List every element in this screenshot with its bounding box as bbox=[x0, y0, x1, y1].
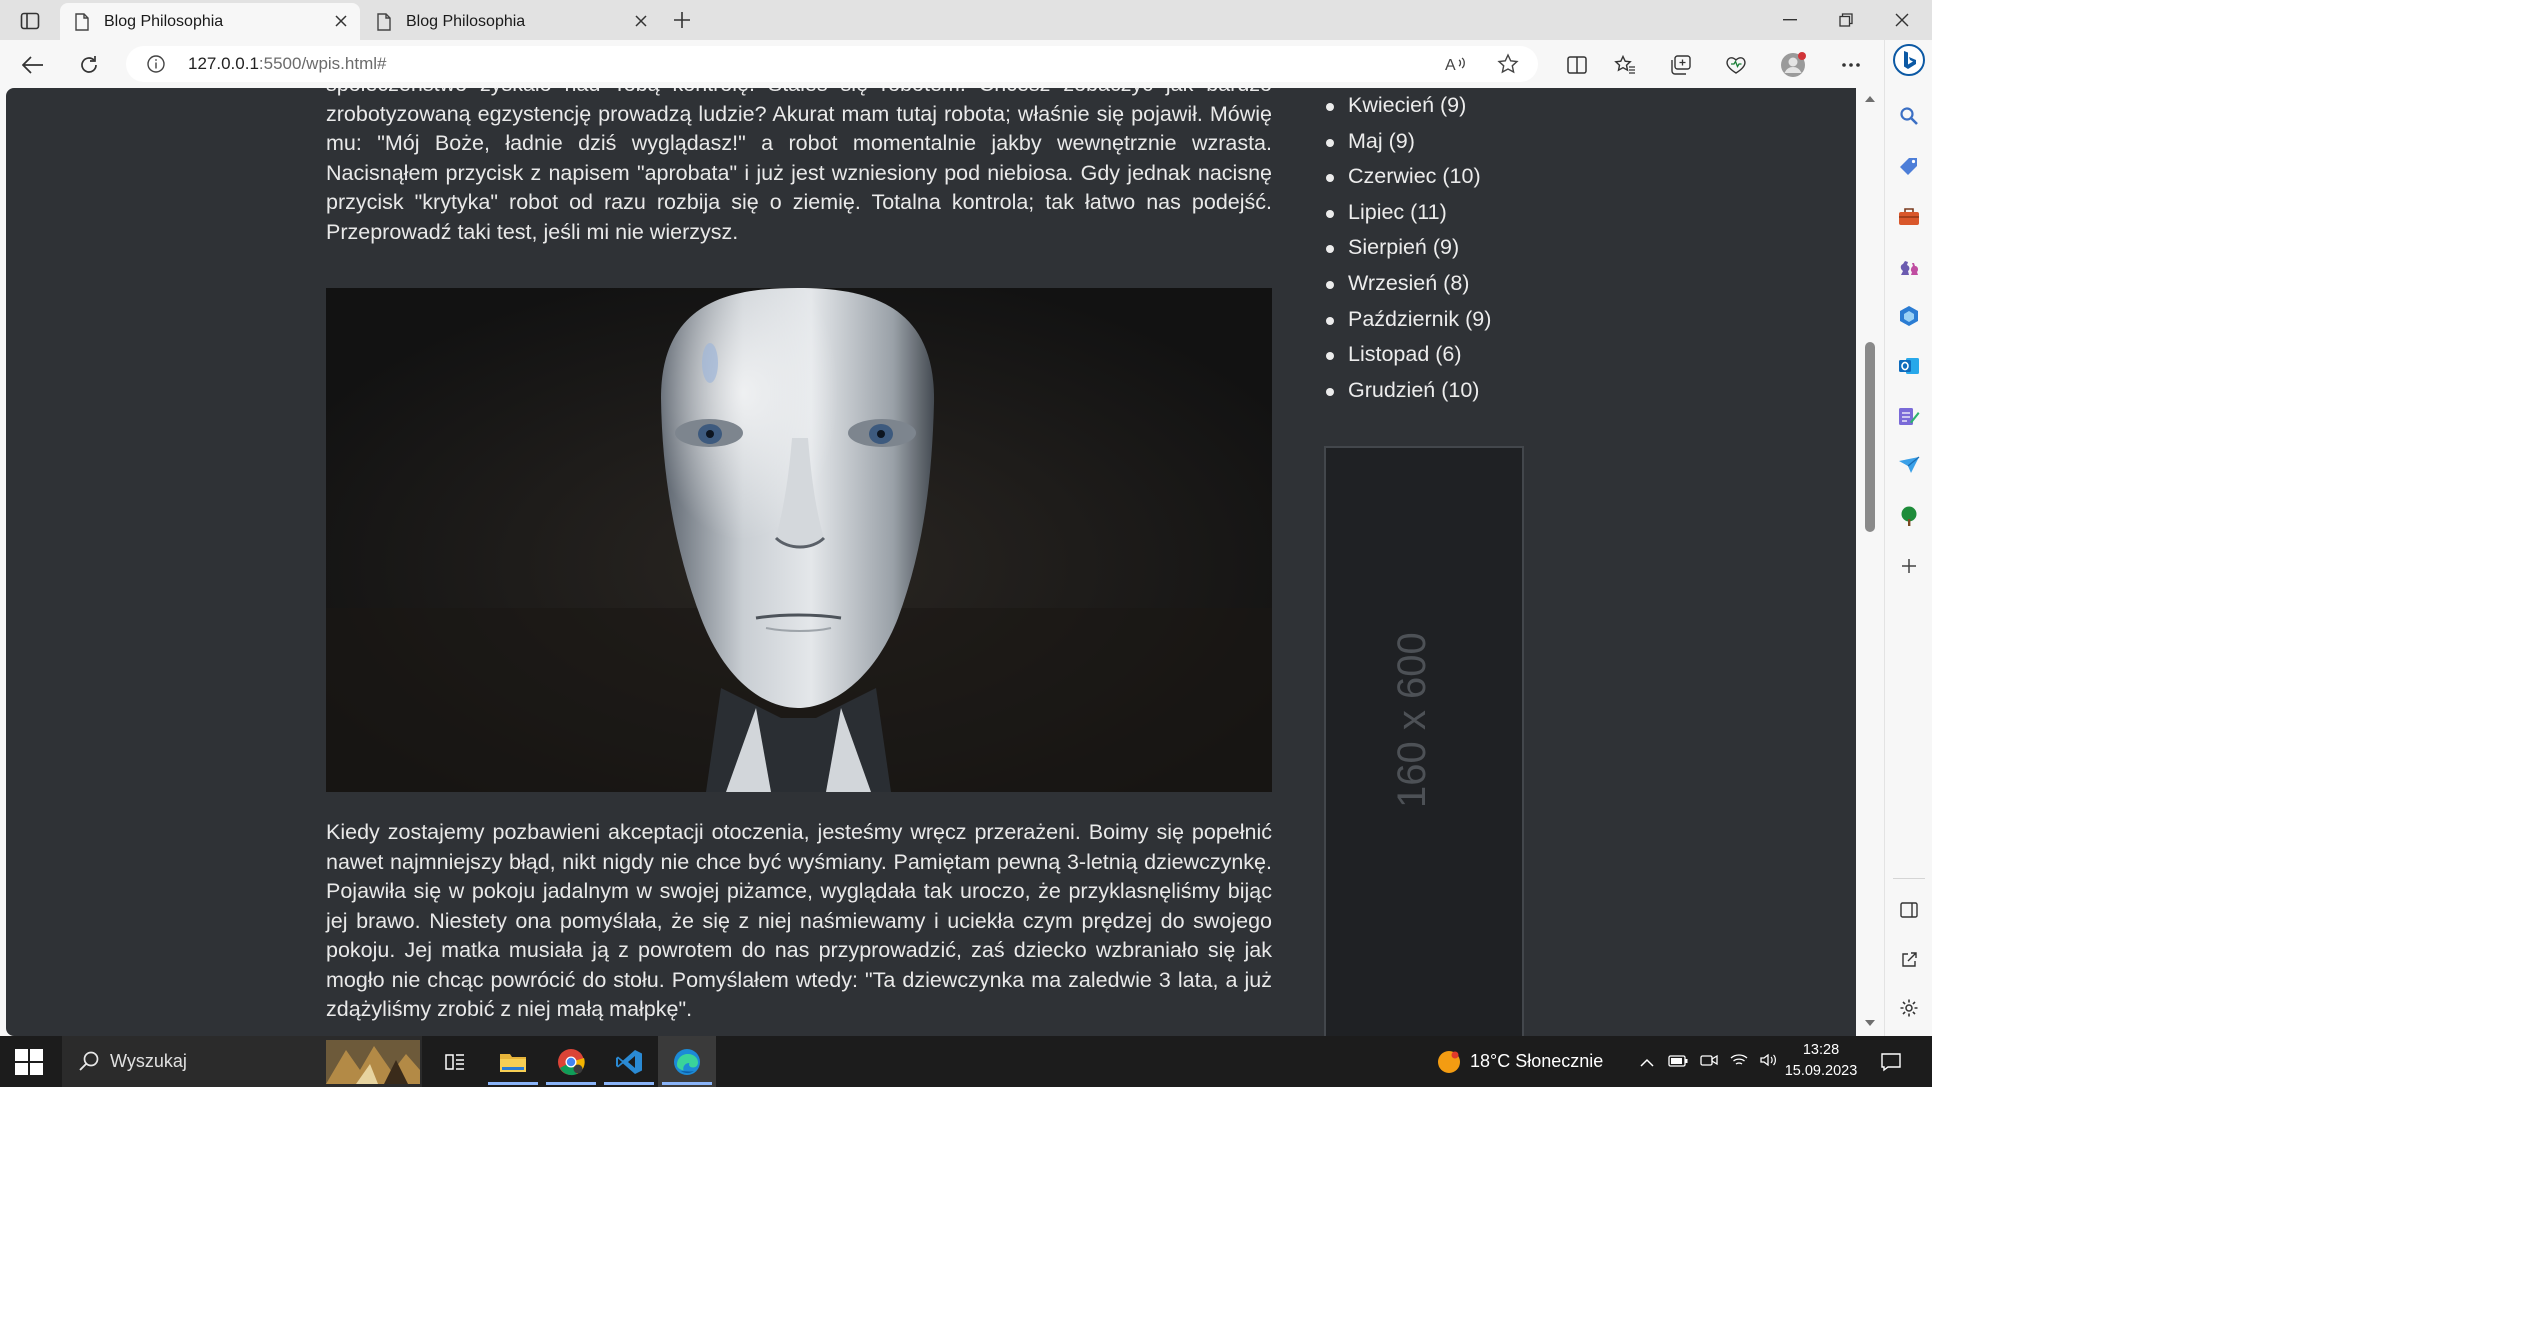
ad-placeholder-banner[interactable]: 160 x 600 bbox=[1324, 446, 1524, 1036]
page-icon bbox=[377, 12, 391, 31]
taskbar-clock[interactable]: 13:28 15.09.2023 bbox=[1778, 1040, 1864, 1082]
browser-essentials-icon[interactable] bbox=[1721, 50, 1751, 80]
archive-month-list: Kwiecień (9) Maj (9) Czerwiec (10) Lipie… bbox=[1324, 88, 1624, 408]
scroll-up-arrow-icon[interactable] bbox=[1864, 94, 1876, 104]
taskbar-search-box[interactable]: Wyszukaj bbox=[62, 1036, 422, 1087]
screenshot-root: Blog Philosophia Blog Philosophia 127.0.… bbox=[0, 0, 1932, 1087]
tab-close-icon[interactable] bbox=[332, 12, 350, 30]
page-icon bbox=[75, 12, 89, 31]
web-page: społeczeństwo zyskało nad Tobą kontrolę.… bbox=[6, 88, 1856, 1036]
archive-month-link[interactable]: Listopad (6) bbox=[1324, 337, 1624, 373]
sun-icon bbox=[1438, 1050, 1460, 1073]
archive-month-link[interactable]: Czerwiec (10) bbox=[1324, 159, 1624, 195]
file-explorer-icon[interactable] bbox=[484, 1036, 542, 1087]
more-options-icon[interactable] bbox=[1836, 50, 1866, 80]
close-window-icon[interactable] bbox=[1874, 0, 1930, 40]
hide-sidebar-icon[interactable] bbox=[1895, 896, 1923, 924]
favorite-star-icon[interactable] bbox=[1496, 53, 1520, 75]
restore-icon[interactable] bbox=[1818, 0, 1874, 40]
browser-toolbar: 127.0.0.1:5500/wpis.html# A bbox=[0, 40, 1884, 88]
notifications-icon[interactable] bbox=[1880, 1036, 1902, 1087]
robot-face-image bbox=[326, 288, 1272, 792]
read-aloud-icon[interactable]: A bbox=[1444, 53, 1468, 75]
ad-size-label: 160 x 600 bbox=[1390, 632, 1434, 808]
shopping-tag-icon[interactable] bbox=[1895, 152, 1923, 180]
microsoft-365-icon[interactable] bbox=[1895, 302, 1923, 330]
sidebar-divider bbox=[1893, 878, 1925, 879]
profile-avatar-icon[interactable] bbox=[1778, 50, 1808, 80]
collections-icon[interactable] bbox=[1666, 50, 1696, 80]
back-arrow-icon[interactable] bbox=[18, 50, 48, 80]
weather-widget[interactable]: 18°C Słonecznie bbox=[1436, 1036, 1603, 1087]
archive-month-link[interactable]: Maj (9) bbox=[1324, 124, 1624, 160]
tab-title: Blog Philosophia bbox=[406, 12, 526, 30]
tab-blog-philosophia[interactable]: Blog Philosophia bbox=[362, 3, 660, 40]
archive-month-link[interactable]: Grudzień (10) bbox=[1324, 373, 1624, 409]
drop-icon[interactable] bbox=[1895, 452, 1923, 480]
camera-icon[interactable] bbox=[1700, 1051, 1718, 1072]
bing-chat-icon[interactable] bbox=[1893, 44, 1925, 76]
article-paragraph: społeczeństwo zyskało nad Tobą kontrolę.… bbox=[326, 88, 1272, 244]
tools-icon[interactable] bbox=[1895, 202, 1923, 230]
svg-text:A: A bbox=[1445, 57, 1456, 73]
edge-sidebar bbox=[1884, 40, 1932, 1036]
archive-month-link[interactable]: Lipiec (11) bbox=[1324, 195, 1624, 231]
new-tab-icon[interactable] bbox=[668, 6, 696, 34]
archive-month-link[interactable]: Październik (9) bbox=[1324, 302, 1624, 338]
outlook-icon[interactable] bbox=[1895, 352, 1923, 380]
designer-icon[interactable] bbox=[1895, 402, 1923, 430]
url-host: 127.0.0.1 bbox=[188, 54, 259, 73]
show-hidden-icons-chevron-icon[interactable] bbox=[1640, 1051, 1654, 1072]
vscode-icon[interactable] bbox=[600, 1036, 658, 1087]
tab-actions-icon[interactable] bbox=[12, 8, 48, 34]
clock-time: 13:28 bbox=[1802, 1042, 1840, 1058]
windows-taskbar: Wyszukaj 18°C Słonecznie 13:28 15.09.202… bbox=[0, 1036, 1932, 1087]
scroll-down-arrow-icon[interactable] bbox=[1864, 1018, 1876, 1028]
add-sidebar-app-icon[interactable] bbox=[1895, 552, 1923, 580]
chrome-icon[interactable] bbox=[542, 1036, 600, 1087]
address-bar[interactable]: 127.0.0.1:5500/wpis.html# A bbox=[126, 46, 1538, 82]
browser-tab-bar: Blog Philosophia Blog Philosophia bbox=[0, 0, 1932, 40]
edge-browser-icon[interactable] bbox=[658, 1036, 716, 1087]
split-screen-icon[interactable] bbox=[1562, 50, 1592, 80]
article-paragraph: Kiedy zostajemy pozbawieni akceptacji ot… bbox=[326, 820, 1272, 1021]
archive-month-link[interactable]: Wrzesień (8) bbox=[1324, 266, 1624, 302]
tab-close-icon[interactable] bbox=[632, 12, 650, 30]
refresh-icon[interactable] bbox=[74, 50, 104, 80]
windows-start-icon[interactable] bbox=[14, 1048, 44, 1076]
open-external-icon[interactable] bbox=[1895, 946, 1923, 974]
tab-blog-philosophia-active[interactable]: Blog Philosophia bbox=[60, 3, 360, 40]
weather-text: 18°C Słonecznie bbox=[1470, 1051, 1604, 1071]
archive-month-link[interactable]: Sierpień (9) bbox=[1324, 230, 1624, 266]
site-info-icon[interactable] bbox=[146, 54, 166, 74]
search-label: Wyszukaj bbox=[110, 1051, 187, 1071]
volume-icon[interactable] bbox=[1760, 1051, 1778, 1072]
system-tray bbox=[1632, 1036, 1784, 1087]
search-icon bbox=[79, 1051, 99, 1071]
archive-month-link[interactable]: Kwiecień (9) bbox=[1324, 88, 1624, 124]
games-icon[interactable] bbox=[1895, 252, 1923, 280]
settings-gear-icon[interactable] bbox=[1895, 994, 1923, 1022]
scrollbar-thumb[interactable] bbox=[1865, 342, 1875, 532]
url-path: :5500/wpis.html# bbox=[258, 54, 387, 73]
url-text[interactable]: 127.0.0.1:5500/wpis.html# bbox=[188, 54, 386, 74]
notification-dot bbox=[1798, 52, 1806, 60]
tab-title: Blog Philosophia bbox=[104, 12, 224, 30]
battery-icon[interactable] bbox=[1668, 1051, 1688, 1072]
task-view-icon[interactable] bbox=[426, 1036, 484, 1087]
wifi-icon[interactable] bbox=[1730, 1051, 1748, 1072]
search-icon[interactable] bbox=[1895, 102, 1923, 130]
tree-icon[interactable] bbox=[1895, 502, 1923, 530]
page-scrollbar[interactable] bbox=[1856, 88, 1884, 1036]
minimize-icon[interactable] bbox=[1762, 0, 1818, 40]
search-highlight-image bbox=[326, 1040, 420, 1084]
favorites-icon[interactable] bbox=[1610, 50, 1640, 80]
clock-date: 15.09.2023 bbox=[1784, 1063, 1858, 1079]
